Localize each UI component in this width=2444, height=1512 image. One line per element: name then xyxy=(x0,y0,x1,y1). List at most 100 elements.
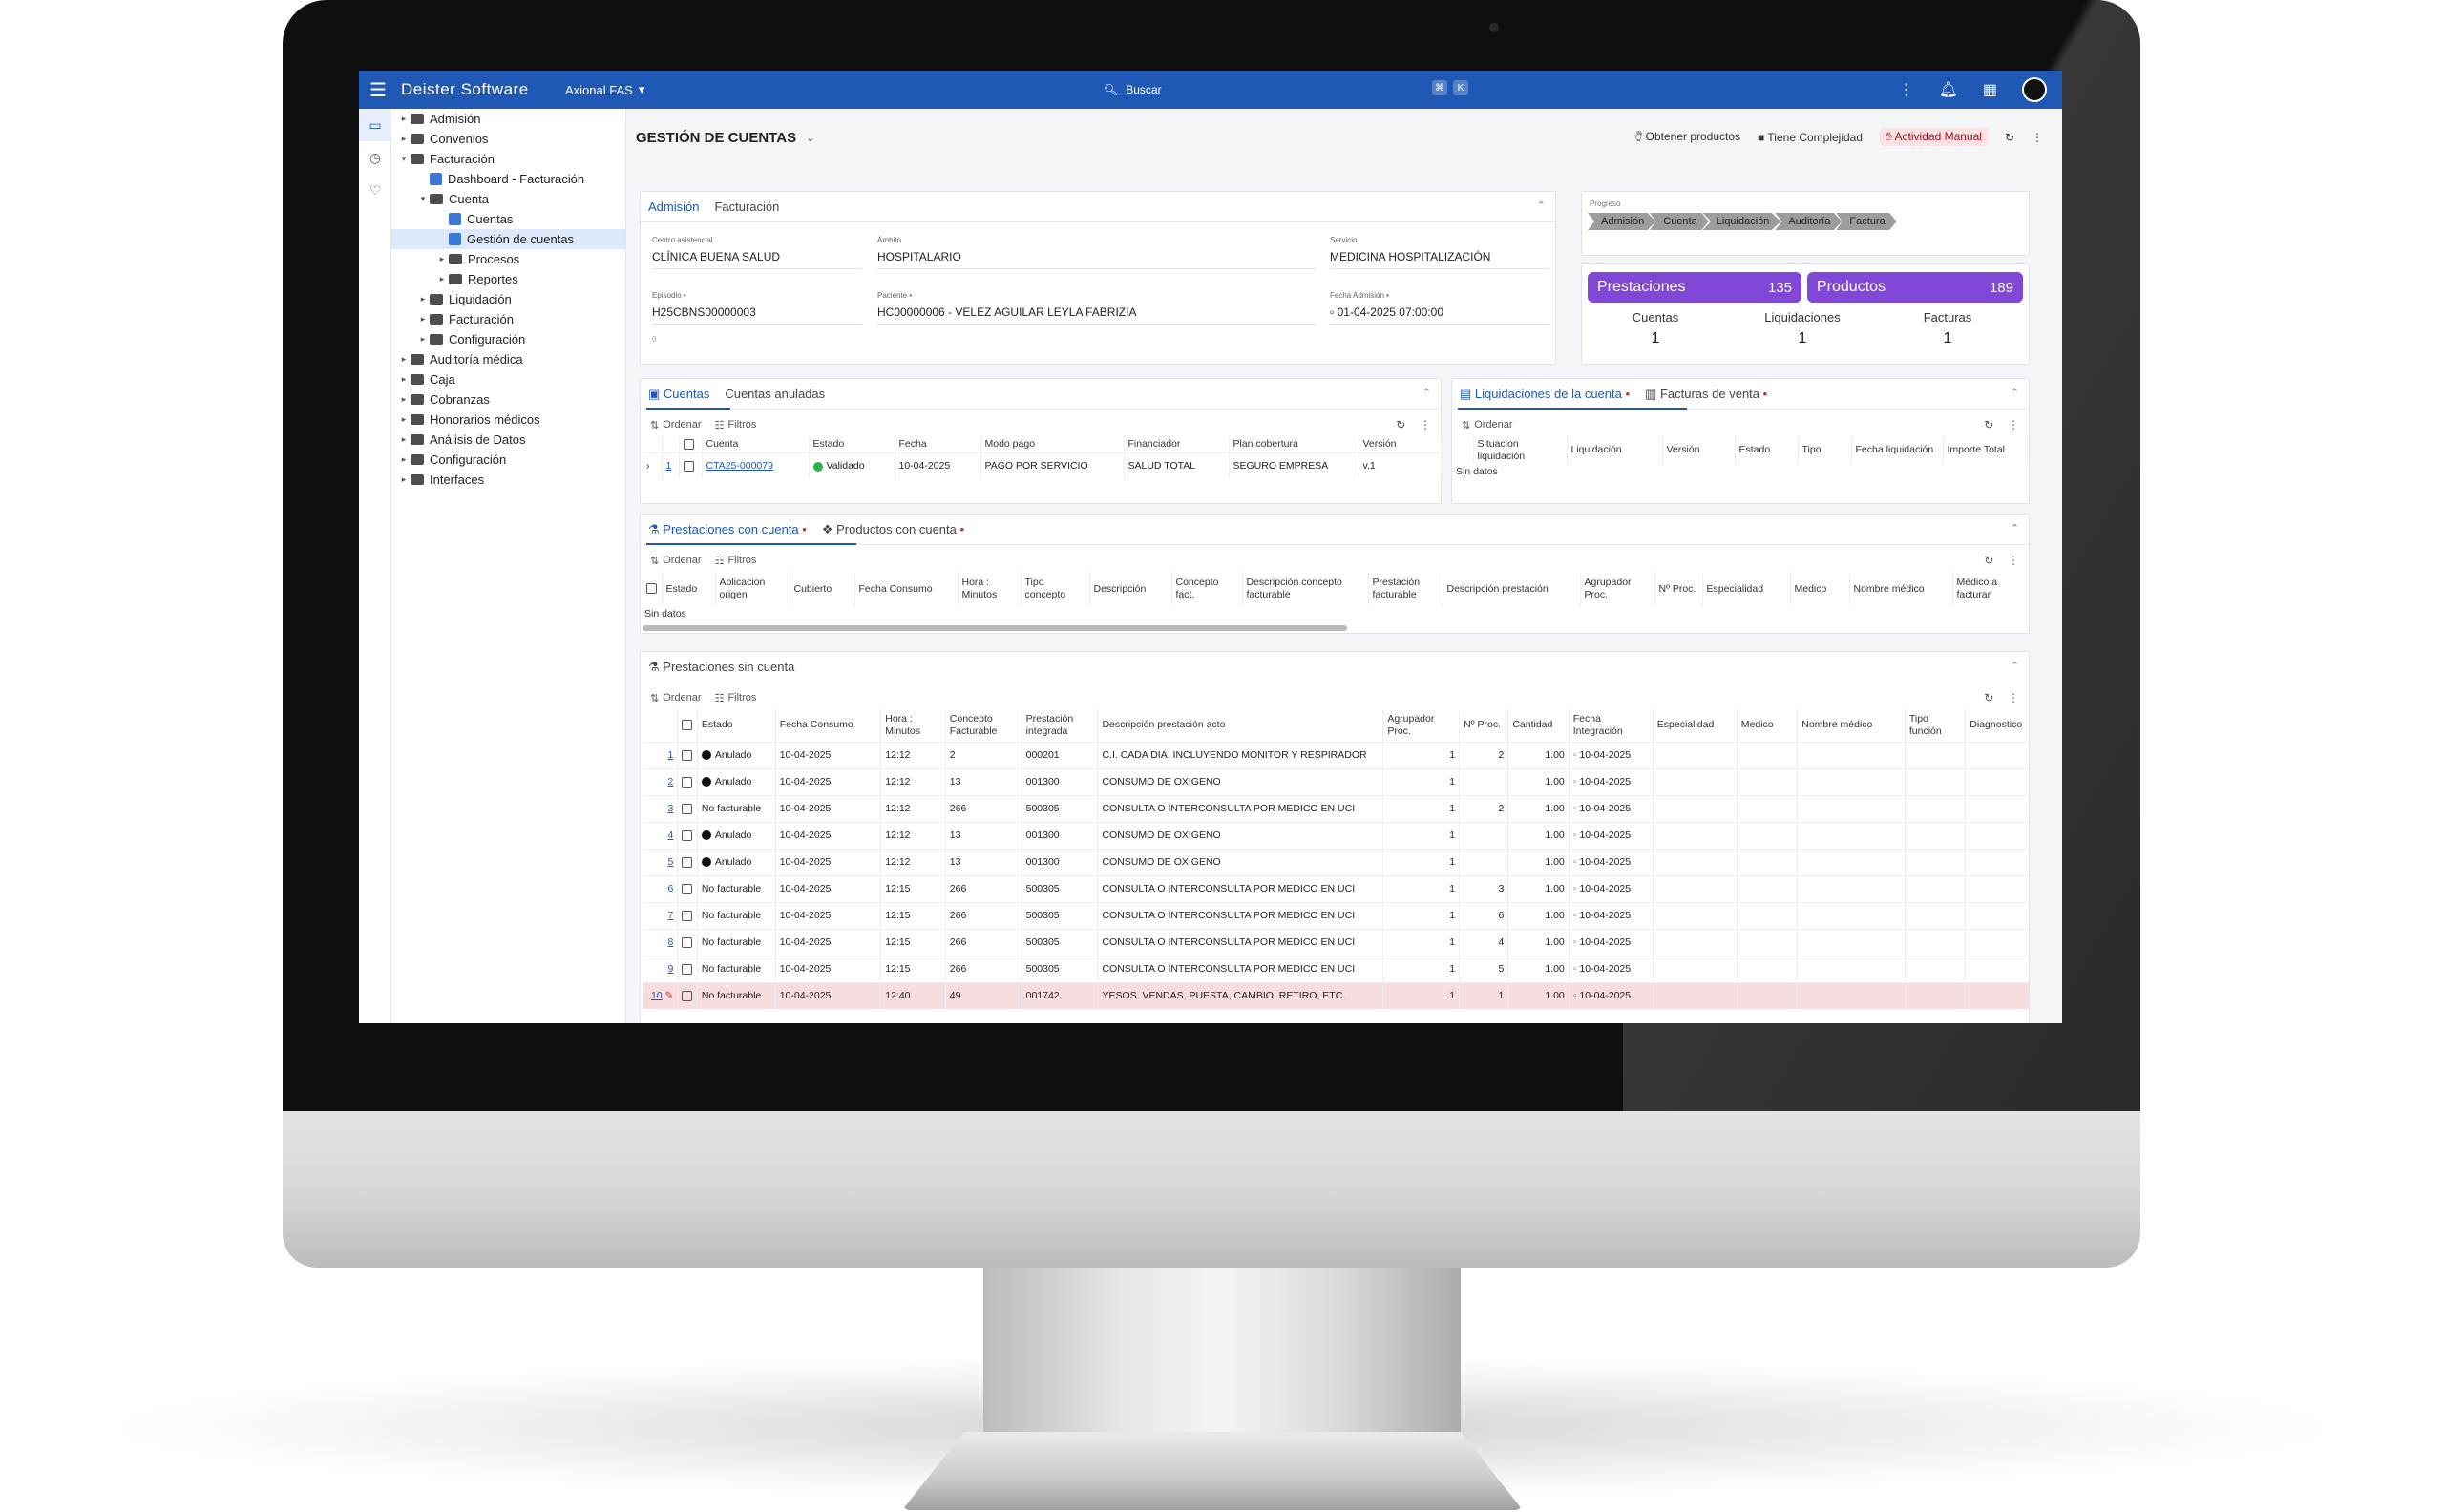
col-header[interactable]: Descripción xyxy=(1089,572,1172,606)
col-header[interactable]: Modo pago xyxy=(980,436,1125,453)
obtener-productos-button[interactable]: 🖐︎ Obtener productos xyxy=(1633,130,1740,144)
tab-liquidaciones[interactable]: ▤ Liquidaciones de la cuenta • xyxy=(1460,387,1630,402)
row-number[interactable]: 5 xyxy=(643,848,679,875)
row-number[interactable]: 7 xyxy=(643,901,679,929)
col-header[interactable]: Fecha Consumo xyxy=(854,572,959,606)
row-checkbox[interactable] xyxy=(682,990,693,1001)
select-all-checkbox[interactable] xyxy=(646,583,657,595)
caret-right-icon[interactable]: ▸ xyxy=(397,354,411,365)
tree-item[interactable]: ▸ Honorarios médicos xyxy=(391,410,625,430)
more-vert-icon[interactable]: ⋮ xyxy=(2008,691,2019,704)
table-row[interactable]: 5 Anulado 10-04-2025 12:12 13 001300 CONSUMO D… xyxy=(643,848,2029,875)
row-number-link[interactable]: 2 xyxy=(668,776,674,788)
episodio-field[interactable]: Episodio • H25CBNS00000003 xyxy=(652,291,862,325)
ordenar-button[interactable]: ⇅ Ordenar xyxy=(650,419,702,431)
caret-right-icon[interactable]: ▸ xyxy=(397,134,411,144)
tree-item[interactable]: ▸ Procesos xyxy=(391,249,625,269)
heart-icon[interactable]: ♡ xyxy=(359,174,391,206)
tree-item[interactable]: ▸ Admisión xyxy=(391,109,625,129)
col-header[interactable]: Tipo concepto xyxy=(1021,572,1090,606)
col-header[interactable]: Concepto fact. xyxy=(1171,572,1243,606)
col-header[interactable]: Cantidad xyxy=(1507,709,1570,742)
row-number[interactable]: 1 xyxy=(643,741,679,768)
row-checkbox[interactable] xyxy=(682,776,693,788)
row-checkbox[interactable] xyxy=(682,883,693,894)
tab-cuentas-anuladas[interactable]: Cuentas anuladas xyxy=(725,387,825,401)
row-number-link[interactable]: 1 xyxy=(668,749,674,761)
caret-right-icon[interactable]: ▸ xyxy=(397,434,411,445)
row-number[interactable]: 1 xyxy=(662,452,680,480)
ordenar-button[interactable]: ⇅ Ordenar xyxy=(1462,419,1513,431)
collapse-icon[interactable]: ⌃ xyxy=(2011,522,2019,535)
tree-item[interactable]: ▸ Facturación xyxy=(391,309,625,329)
col-header[interactable]: Importe Total xyxy=(1943,436,2028,465)
row-number-link[interactable]: 5 xyxy=(668,856,674,868)
tree-item[interactable]: ▸ Cobranzas xyxy=(391,389,625,410)
tree-item[interactable]: Dashboard - Facturación xyxy=(391,169,625,189)
actividad-manual-button[interactable]: ✋︎ Actividad Manual xyxy=(1880,128,1988,146)
tree-item[interactable]: ▸ Configuración xyxy=(391,329,625,349)
row-number[interactable]: 9 xyxy=(643,955,679,982)
edit-icon[interactable]: ✎ xyxy=(663,990,674,1001)
more-vert-icon[interactable]: ⋮ xyxy=(2032,131,2043,144)
tree-item[interactable]: ▸ Convenios xyxy=(391,129,625,149)
row-checkbox[interactable] xyxy=(682,936,693,948)
col-header[interactable]: Nº Proc. xyxy=(1459,709,1509,742)
tab-prestaciones-con-cuenta[interactable]: ⚗︎ Prestaciones con cuenta • xyxy=(648,522,807,537)
table-row[interactable]: 10 ✎ No facturable 10-04-2025 12:40 49 001742… xyxy=(643,981,2029,1009)
tree-item[interactable]: ▸ Interfaces xyxy=(391,470,625,490)
col-header[interactable]: Descripción prestación xyxy=(1443,572,1581,606)
col-header[interactable]: Situacion liquidación xyxy=(1473,436,1568,465)
tree-item[interactable]: ▸ Configuración xyxy=(391,450,625,470)
col-header[interactable]: Concepto Facturable xyxy=(945,709,1022,742)
row-checkbox[interactable] xyxy=(683,461,694,472)
productos-pill[interactable]: Productos 189 xyxy=(1807,272,2023,303)
row-checkbox[interactable] xyxy=(682,856,693,868)
refresh-icon[interactable]: ↻ xyxy=(1984,691,1993,704)
col-header[interactable]: Liquidación xyxy=(1567,436,1663,465)
caret-down-icon[interactable]: ▾ xyxy=(397,154,411,164)
col-header[interactable]: Financiador xyxy=(1124,436,1230,453)
tab-facturas-venta[interactable]: ▥ Facturas de venta • xyxy=(1645,387,1767,402)
row-number-link[interactable]: 4 xyxy=(668,830,674,841)
tree-item[interactable]: Gestión de cuentas xyxy=(391,229,625,249)
centro-field[interactable]: Centro asistencial CLÍNICA BUENA SALUD xyxy=(652,236,862,269)
col-header[interactable]: Cuenta xyxy=(702,436,810,453)
col-header[interactable]: Estado xyxy=(662,572,716,606)
table-row[interactable]: 8 No facturable 10-04-2025 12:15 266 500305 CO… xyxy=(643,928,2029,956)
row-checkbox[interactable] xyxy=(682,803,693,814)
col-header[interactable]: Descripción concepto facturable xyxy=(1242,572,1369,606)
col-header[interactable]: Estado xyxy=(809,436,895,453)
col-header[interactable]: Nº Proc. xyxy=(1654,572,1703,606)
caret-right-icon[interactable]: ▸ xyxy=(416,334,430,345)
ordenar-button[interactable]: ⇅ Ordenar xyxy=(650,692,702,704)
row-number[interactable]: 10 ✎ xyxy=(643,981,679,1009)
servicio-field[interactable]: Servicio MEDICINA HOSPITALIZACIÓN xyxy=(1330,236,1549,269)
col-header[interactable]: Hora : Minutos xyxy=(958,572,1022,606)
tree-item[interactable]: Cuentas xyxy=(391,209,625,229)
col-header[interactable]: Nombre médico xyxy=(1849,572,1953,606)
caret-right-icon[interactable]: ▸ xyxy=(416,314,430,325)
col-header[interactable]: Prestación facturable xyxy=(1368,572,1443,606)
row-number-link[interactable]: 10 xyxy=(651,990,663,1001)
filtros-button[interactable]: ☷ Filtros xyxy=(715,555,757,567)
table-row[interactable]: › 1 CTA25-000079 Validado 10-04-2025 PAG… xyxy=(643,452,1442,480)
more-vert-icon[interactable]: ⋮ xyxy=(2008,418,2019,431)
table-row[interactable]: 4 Anulado 10-04-2025 12:12 13 001300 CONSUMO D… xyxy=(643,821,2029,849)
col-header[interactable]: Fecha liquidación xyxy=(1851,436,1944,465)
col-header[interactable]: Medico xyxy=(1790,572,1850,606)
ordenar-button[interactable]: ⇅ Ordenar xyxy=(650,555,702,567)
bell-icon[interactable]: 🔔︎ xyxy=(1939,80,1958,99)
caret-right-icon[interactable]: ▸ xyxy=(416,294,430,304)
apps-grid-icon[interactable]: ▦ xyxy=(1983,80,1997,99)
caret-right-icon[interactable]: ▸ xyxy=(397,414,411,425)
tab-facturacion[interactable]: Facturación xyxy=(714,200,779,214)
hamburger-icon[interactable]: ☰ xyxy=(359,71,397,109)
col-header[interactable]: Versión xyxy=(1359,436,1442,453)
table-row[interactable]: 3 No facturable 10-04-2025 12:12 266 500305 CO… xyxy=(643,794,2029,822)
refresh-icon[interactable]: ↻ xyxy=(1984,418,1993,431)
caret-down-icon[interactable]: ▾ xyxy=(416,194,430,204)
refresh-icon[interactable]: ↻ xyxy=(1984,554,1993,567)
row-number[interactable]: 2 xyxy=(643,767,679,795)
app-selector[interactable]: Axional FAS ▾ xyxy=(565,82,644,97)
